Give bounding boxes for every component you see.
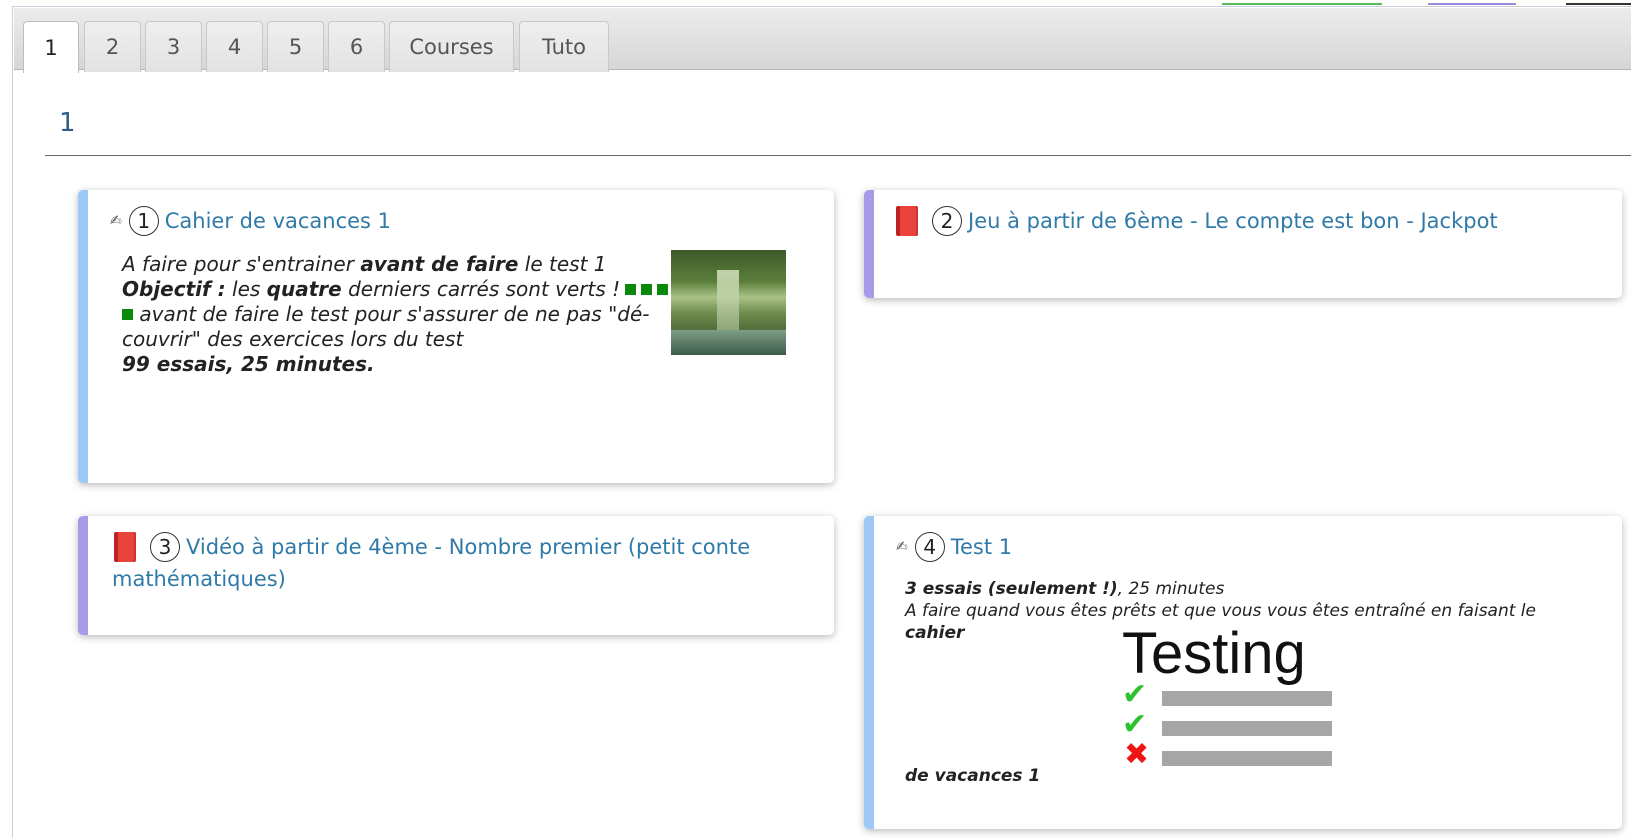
activity-link-nombre-premier[interactable]: Vidéo à partir de 4ème - Nombre premier … <box>186 535 750 559</box>
check-icon: ✔ <box>1122 707 1148 742</box>
card-4-description-tail: de vacances 1 <box>905 766 1041 786</box>
tab-3[interactable]: 3 <box>145 21 202 72</box>
activity-link-nombre-premier-cont[interactable]: mathématiques) <box>112 567 286 591</box>
check-icon: ✔ <box>1122 677 1148 712</box>
card-2-header: 2 Jeu à partir de 6ème - Le compte est b… <box>896 206 1498 236</box>
desc-text: avant de faire le test pour s'assurer de… <box>133 302 650 326</box>
section-title: 1 <box>59 108 76 138</box>
activity-number: 2 <box>932 206 962 236</box>
testing-bar <box>1162 751 1332 766</box>
desc-text: A faire pour s'entrainer <box>122 252 361 276</box>
pencil-icon: ✍ <box>896 539 908 555</box>
tab-5[interactable]: 5 <box>267 21 324 72</box>
activity-link-cahier-de-vacances[interactable]: Cahier de vacances 1 <box>165 209 391 233</box>
testing-bar <box>1162 691 1332 706</box>
desc-text: A faire quand vous êtes prêts et que vou… <box>905 601 1536 621</box>
green-square-icon <box>625 284 637 295</box>
book-icon <box>114 532 136 562</box>
desc-text-bold: 99 essais, 25 minutes. <box>122 352 375 376</box>
tab-2[interactable]: 2 <box>84 21 141 72</box>
top-strip-accent-green <box>1222 0 1382 5</box>
activity-card-3: 3 Vidéo à partir de 4ème - Nombre premie… <box>78 516 834 635</box>
testing-row: ✔ <box>1122 710 1352 740</box>
desc-text-bold: Objectif : <box>122 277 226 301</box>
section-divider <box>45 155 1631 156</box>
testing-illustration: Testing ✔ ✔ ✖ <box>1122 620 1362 780</box>
activity-card-2: 2 Jeu à partir de 6ème - Le compte est b… <box>864 190 1622 298</box>
green-square-icon <box>641 284 653 295</box>
desc-text: le test 1 <box>518 252 607 276</box>
green-square-icon <box>122 309 133 320</box>
tab-1[interactable]: 1 <box>23 21 79 73</box>
activity-link-test-1[interactable]: Test 1 <box>951 535 1012 559</box>
activity-card-4: ✍ 4 Test 1 3 essais (seulement !), 25 mi… <box>864 516 1622 829</box>
activity-card-1: ✍ 1 Cahier de vacances 1 A faire pour s'… <box>78 190 834 483</box>
desc-text-bold: cahier <box>905 623 965 643</box>
card-4-header: ✍ 4 Test 1 <box>896 532 1012 562</box>
testing-row: ✔ <box>1122 680 1352 710</box>
desc-text-bold: quatre <box>266 277 342 301</box>
card-1-header: ✍ 1 Cahier de vacances 1 <box>110 206 391 236</box>
testing-bar <box>1162 721 1332 736</box>
tab-bar: 1 2 3 4 5 6 Courses Tuto <box>14 8 1631 73</box>
book-icon <box>896 206 918 236</box>
tab-courses[interactable]: Courses <box>389 21 514 72</box>
desc-text: les <box>225 277 267 301</box>
canal-photo <box>671 250 786 355</box>
top-strip-accent-dark <box>1566 0 1631 5</box>
desc-text-bold: avant de faire <box>360 252 519 276</box>
activity-number: 1 <box>128 206 159 236</box>
green-square-icon <box>657 284 669 295</box>
tab-6[interactable]: 6 <box>328 21 385 72</box>
tab-tuto[interactable]: Tuto <box>519 21 609 72</box>
testing-word: Testing <box>1122 621 1306 686</box>
card-3-header: 3 Vidéo à partir de 4ème - Nombre premie… <box>114 532 750 562</box>
desc-text: derniers carrés sont verts ! <box>341 277 621 301</box>
tab-4[interactable]: 4 <box>206 21 263 72</box>
top-strip-accent-purple <box>1428 0 1516 5</box>
desc-text: , 25 minutes <box>1117 579 1225 599</box>
cross-icon: ✖ <box>1124 737 1150 772</box>
desc-text-bold: 3 essais (seulement !) <box>905 579 1118 599</box>
activity-number: 3 <box>150 532 180 562</box>
testing-row: ✖ <box>1122 740 1352 770</box>
activity-link-jackpot[interactable]: Jeu à partir de 6ème - Le compte est bon… <box>968 209 1498 233</box>
pencil-icon: ✍ <box>110 213 122 229</box>
card-1-description: A faire pour s'entrainer avant de faire … <box>122 252 682 377</box>
activity-number: 4 <box>914 532 945 562</box>
desc-text: couvrir" des exercices lors du test <box>122 327 464 351</box>
